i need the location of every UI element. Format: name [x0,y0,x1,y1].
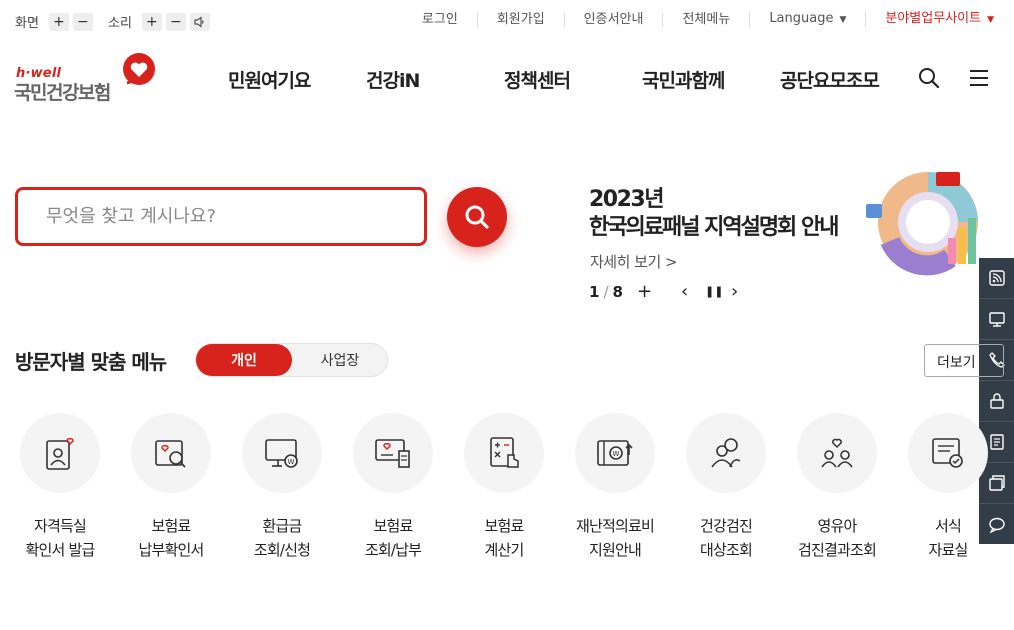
menu-item-infant-checkup[interactable]: 영유아 검진결과조회 [782,413,892,562]
search-box [15,187,427,246]
nav-item-health-in[interactable]: 건강iN [366,66,420,93]
nav-item-corporation[interactable]: 공단요모조모 [780,66,880,93]
people-search-icon [711,438,741,468]
nav-item-policy[interactable]: 정책센터 [504,66,571,93]
banner-next-button[interactable]: › [731,283,738,301]
login-link[interactable]: 로그인 [403,12,477,27]
certificate-guide-link[interactable]: 인증서안내 [563,12,663,27]
menu-item-line1: 서식 [934,517,962,535]
more-button[interactable]: 더보기 [924,344,1004,377]
visitor-menu-title: 방문자별 맞춤 메뉴 [15,350,167,374]
menu-item-line2: 확인서 발급 [25,541,96,559]
search-icon[interactable] [917,66,941,90]
volume-up-button[interactable]: + [141,12,162,31]
menu-item-payment-cert[interactable]: 보험료 납부확인서 [116,413,226,562]
search-input[interactable] [18,190,424,243]
nav-item-together[interactable]: 국민과함께 [642,66,725,93]
chevron-down-icon: ▼ [987,15,994,25]
menu-item-premium-inquiry[interactable]: 보험료 조회/납부 [338,413,448,562]
person-heart-doc-icon [46,438,74,470]
menu-item-line2: 자료실 [928,541,968,559]
doc-check-icon [932,438,963,468]
pager-total: 8 [612,283,623,301]
sound-control: 소리 + − [108,12,210,31]
menu-item-refund[interactable]: W 환급금 조회/신청 [227,413,337,562]
calculator-hand-icon [490,437,519,468]
remote-support-icon[interactable] [979,299,1014,340]
chevron-down-icon: ▼ [839,15,847,25]
family-heart-icon [821,438,853,468]
search-button[interactable] [447,187,507,247]
menu-icon-circle [131,413,211,493]
full-menu-link[interactable]: 전체메뉴 [662,12,749,27]
screen-zoom-in-button[interactable]: + [48,12,69,31]
menu-icon-circle: W [242,413,322,493]
search-icon [465,205,489,229]
menu-item-line1: 보험료 [484,517,524,535]
menu-icon-circle [20,413,100,493]
banner-plus-button[interactable]: + [637,283,652,301]
menu-item-qualification[interactable]: 자격득실 확인서 발급 [5,413,115,562]
menu-item-line2: 납부확인서 [138,541,204,559]
language-label: Language [769,11,834,26]
tab-personal[interactable]: 개인 [196,344,292,376]
utility-bar: 화면 + − 소리 + − 로그인 회원가입 인증서안내 전체메뉴 Langua… [0,0,1014,42]
menu-item-forms[interactable]: 서식 자료실 [893,413,1003,562]
menu-icon-circle [353,413,433,493]
banner-illustration [866,172,978,276]
menu-item-line1: 보험료 [151,517,191,535]
won-card-icon: W [597,440,633,466]
volume-down-button[interactable]: − [165,12,186,31]
utility-links: 로그인 회원가입 인증서안내 전체메뉴 Language ▼ 분야별업무사이트 ▼ [403,12,994,27]
menu-icon-circle [908,413,988,493]
screen-zoom-control: 화면 + − [15,12,93,31]
banner-prev-button[interactable]: ‹ [681,283,688,301]
monitor-doc-icon [375,439,410,468]
menu-item-line1: 건강검진 [699,517,753,535]
banner-title[interactable]: 한국의료패널 지역설명회 안내 [589,209,839,241]
language-select[interactable]: Language ▼ [749,12,865,27]
menu-icon-circle [686,413,766,493]
menu-item-line1: 보험료 [373,517,413,535]
tab-business[interactable]: 사업장 [292,344,388,376]
menu-item-line2: 검진결과조회 [797,541,877,559]
screen-zoom-out-button[interactable]: − [72,12,93,31]
nav-item-civil[interactable]: 민원여기요 [228,66,311,93]
menu-item-line1: 재난적의료비 [575,517,655,535]
menu-icon-circle [797,413,877,493]
menu-item-line2: 조회/신청 [253,541,311,559]
menu-item-line1: 자격득실 [33,517,87,535]
svg-text:W: W [613,450,620,458]
banner-pager: 1 / 8 + ‹ ❚❚ › [589,283,738,302]
main-nav: 민원여기요 건강iN 정책센터 국민과함께 공단요모조모 [0,66,1014,94]
signup-link[interactable]: 회원가입 [476,12,564,27]
menu-icon-circle: W [575,413,655,493]
pager-slash: / [603,283,609,301]
menu-item-line2: 계산기 [484,541,524,559]
monitor-won-icon: W [265,439,298,468]
banner-pause-button[interactable]: ❚❚ [705,283,723,301]
menu-item-line1: 영유아 [817,517,857,535]
menu-item-line2: 지원안내 [588,541,642,559]
menu-icon-circle [464,413,544,493]
rss-icon[interactable] [979,258,1014,299]
menu-item-line1: 환급금 [262,517,302,535]
banner-more-link[interactable]: 자세히 보기 > [590,251,678,272]
menu-item-line2: 조회/납부 [364,541,422,559]
field-sites-label: 분야별업무사이트 [885,11,982,26]
search-heart-doc-icon [155,440,186,468]
sound-label: 소리 [108,16,132,31]
menu-item-line2: 대상조회 [699,541,753,559]
svg-text:W: W [288,458,295,466]
visitor-type-toggle: 개인 사업장 [195,343,388,377]
menu-item-checkup-target[interactable]: 건강검진 대상조회 [671,413,781,562]
pager-current: 1 [589,283,600,301]
speaker-icon[interactable] [189,12,210,31]
menu-item-calculator[interactable]: 보험료 계산기 [449,413,559,562]
hamburger-menu-icon[interactable] [967,66,991,90]
field-sites-select[interactable]: 분야별업무사이트 ▼ [865,12,994,27]
screen-label: 화면 [15,16,39,31]
menu-item-catastrophic[interactable]: W 재난적의료비 지원안내 [560,413,670,562]
